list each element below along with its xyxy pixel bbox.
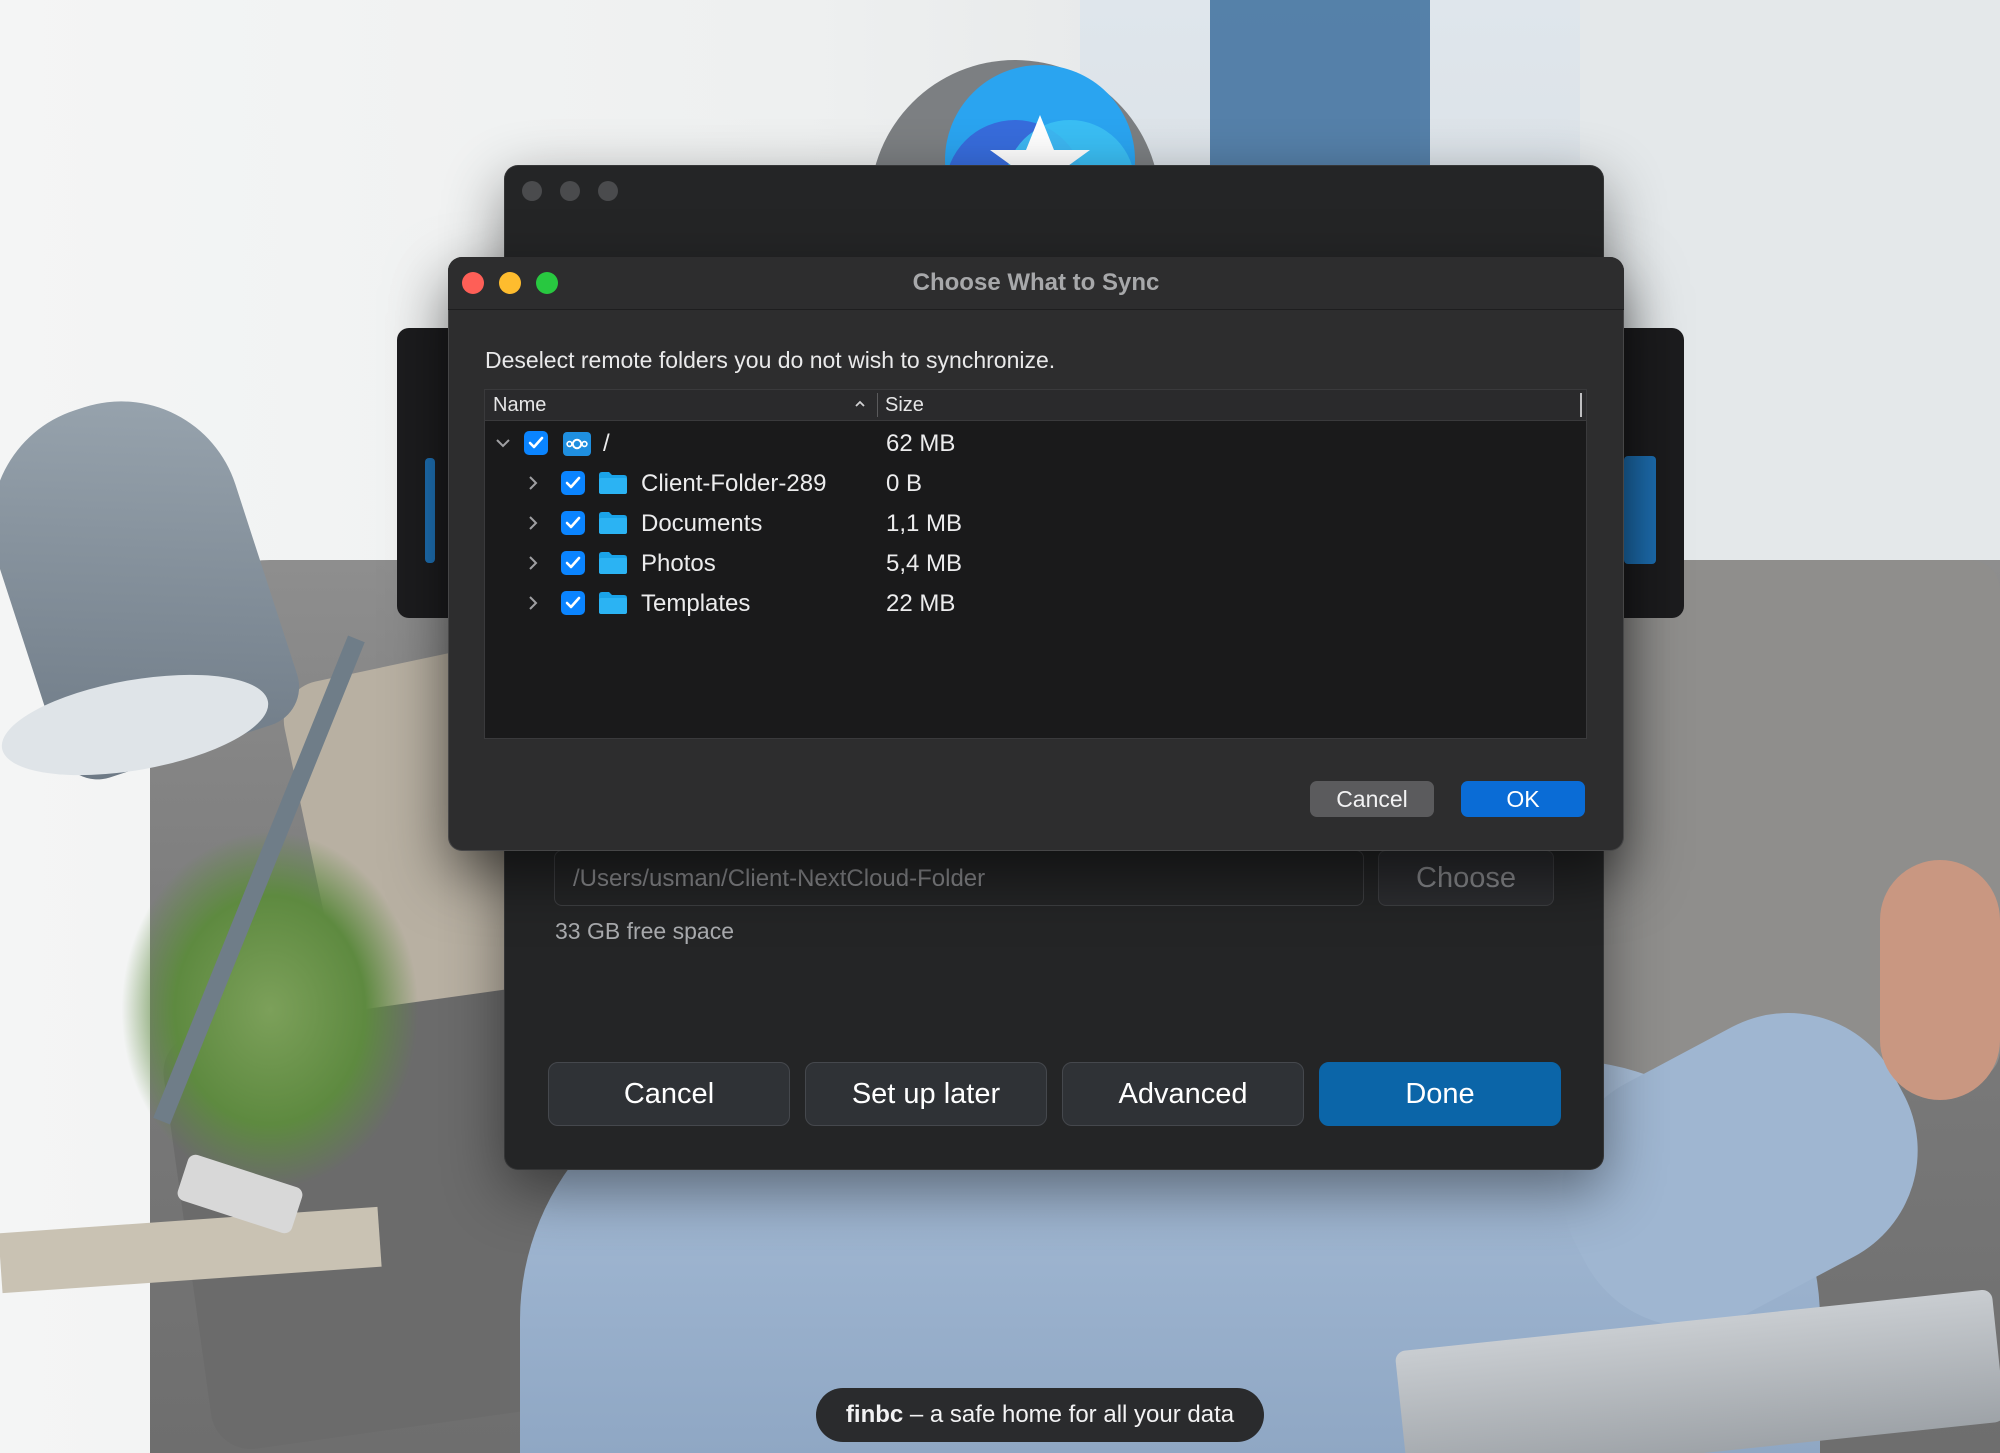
- tree-row-root[interactable]: / 62 MB: [485, 423, 1586, 463]
- chevron-down-icon[interactable]: [493, 433, 513, 453]
- sort-ascending-icon[interactable]: [852, 396, 868, 412]
- tree-row-folder[interactable]: Client-Folder-289 0 B: [485, 463, 1586, 503]
- window-controls-inactive: [522, 181, 618, 201]
- chevron-right-icon[interactable]: [523, 593, 543, 613]
- minimize-icon[interactable]: [560, 181, 580, 201]
- caption-pill: finbc – a safe home for all your data: [816, 1388, 1264, 1442]
- folder-tree[interactable]: Name Size / 62 MB Client-Folder-289 0 B …: [484, 389, 1587, 739]
- dialog-titlebar: Choose What to Sync: [448, 257, 1624, 310]
- column-divider[interactable]: [1580, 393, 1582, 417]
- tree-header: Name Size: [485, 390, 1586, 421]
- folder-checkbox[interactable]: [561, 551, 585, 575]
- dialog-ok-button[interactable]: OK: [1461, 781, 1585, 817]
- local-folder-path-field[interactable]: /Users/usman/Client-NextCloud-Folder: [554, 850, 1364, 906]
- instructions-text: Deselect remote folders you do not wish …: [485, 347, 1056, 373]
- folder-checkbox[interactable]: [561, 591, 585, 615]
- folder-size: 1,1 MB: [886, 510, 963, 537]
- folder-name: /: [603, 430, 610, 457]
- setup-later-button[interactable]: Set up later: [805, 1062, 1047, 1126]
- wizard-cancel-button[interactable]: Cancel: [548, 1062, 790, 1126]
- chevron-right-icon[interactable]: [523, 513, 543, 533]
- choose-what-to-sync-dialog: Choose What to Sync Deselect remote fold…: [448, 257, 1624, 851]
- folder-icon: [599, 472, 627, 494]
- column-header-size[interactable]: Size: [885, 394, 924, 417]
- chevron-right-icon[interactable]: [523, 553, 543, 573]
- choose-folder-button[interactable]: Choose: [1378, 850, 1554, 906]
- folder-icon: [599, 512, 627, 534]
- folder-size: 62 MB: [886, 430, 956, 457]
- folder-size: 22 MB: [886, 590, 956, 617]
- advanced-button[interactable]: Advanced: [1062, 1062, 1304, 1126]
- done-button[interactable]: Done: [1319, 1062, 1561, 1126]
- folder-size: 0 B: [886, 470, 923, 497]
- tree-row-folder[interactable]: Templates 22 MB: [485, 583, 1586, 623]
- folder-name: Templates: [641, 590, 751, 617]
- tree-row-folder[interactable]: Documents 1,1 MB: [485, 503, 1586, 543]
- free-space-label: 33 GB free space: [555, 918, 734, 944]
- folder-name: Documents: [641, 510, 763, 537]
- folder-checkbox[interactable]: [561, 511, 585, 535]
- chevron-right-icon[interactable]: [523, 473, 543, 493]
- nextcloud-logo-icon: [563, 432, 591, 456]
- column-header-name[interactable]: Name: [493, 394, 546, 417]
- dialog-title: Choose What to Sync: [912, 269, 1160, 296]
- tree-row-folder[interactable]: Photos 5,4 MB: [485, 543, 1586, 583]
- folder-icon: [599, 552, 627, 574]
- folder-name: Client-Folder-289: [641, 470, 827, 497]
- close-icon[interactable]: [522, 181, 542, 201]
- root-checkbox[interactable]: [524, 431, 548, 455]
- dialog-cancel-button[interactable]: Cancel: [1310, 781, 1434, 817]
- column-divider[interactable]: [877, 393, 878, 417]
- caption-tagline: – a safe home for all your data: [903, 1401, 1235, 1428]
- folder-icon: [599, 592, 627, 614]
- brand-name: finbc: [845, 1401, 904, 1428]
- folder-checkbox[interactable]: [561, 471, 585, 495]
- folder-size: 5,4 MB: [886, 550, 963, 577]
- maximize-icon[interactable]: [598, 181, 618, 201]
- folder-name: Photos: [641, 550, 716, 577]
